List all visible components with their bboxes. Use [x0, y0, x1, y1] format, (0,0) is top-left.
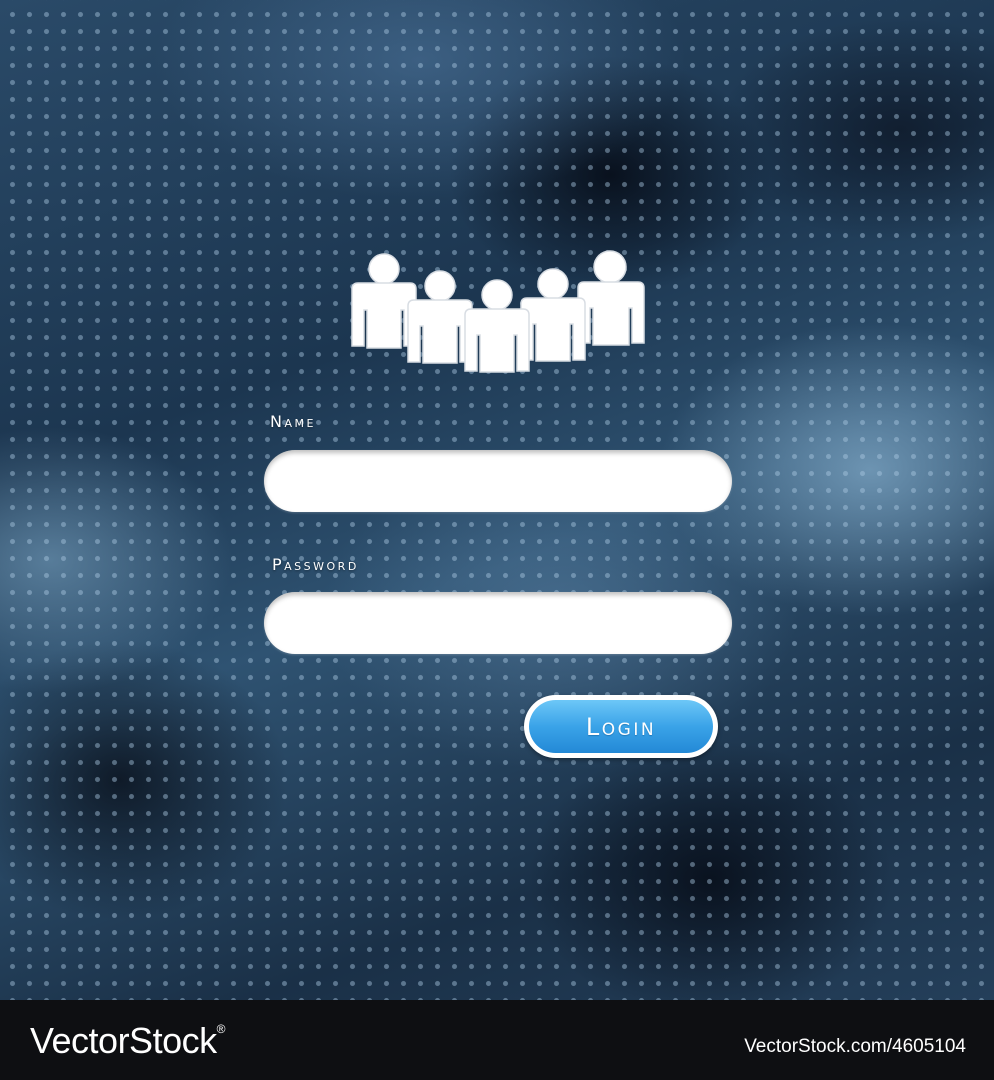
password-field[interactable] [264, 592, 732, 654]
name-label: Name [270, 412, 316, 431]
brand-logo: VectorStock® [30, 1020, 225, 1062]
watermark-footer: VectorStock® VectorStock.com/4605104 [0, 1000, 994, 1080]
password-field-container[interactable] [264, 592, 732, 654]
login-button-label[interactable]: Login [529, 700, 713, 753]
users-group-icon [346, 250, 650, 380]
password-label: Password [272, 555, 359, 574]
name-field[interactable] [264, 450, 732, 512]
image-id: VectorStock.com/4605104 [744, 1036, 966, 1057]
registered-mark: ® [216, 1022, 226, 1036]
login-screen-background: Name Password Login [0, 0, 994, 1000]
brand-name: VectorStock [30, 1020, 217, 1061]
login-button[interactable]: Login [524, 695, 718, 758]
name-field-container[interactable] [264, 450, 732, 512]
